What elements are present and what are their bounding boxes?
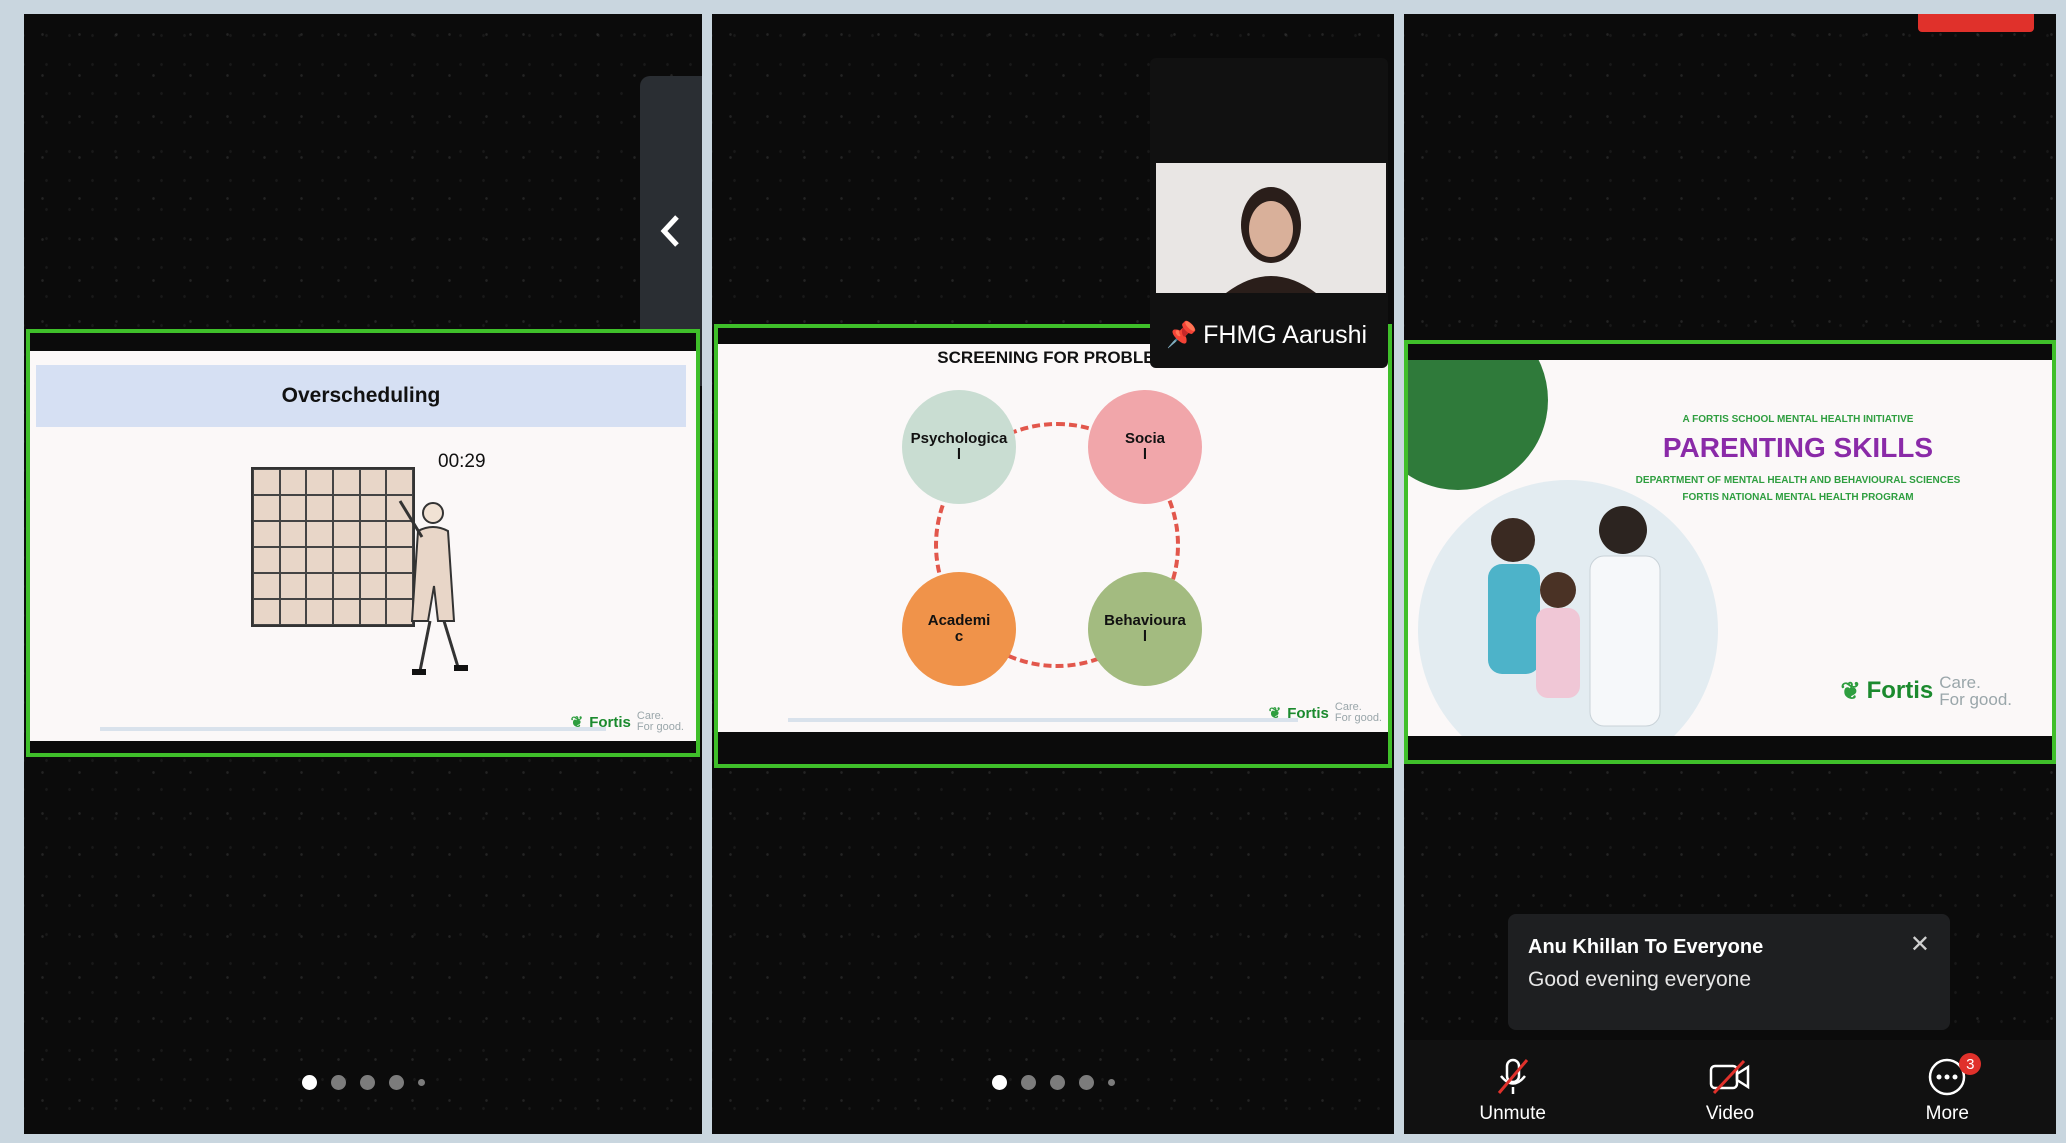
page-dot[interactable] [330,1075,346,1090]
mic-muted-icon [1497,1058,1528,1094]
initiative-text: A FORTIS SCHOOL MENTAL HEALTH INITIATIVE [1682,414,1914,425]
circle-label-line-2: l [1142,446,1148,463]
presenter-silhouette [1226,187,1316,293]
unmute-label: Unmute [1479,1103,1546,1124]
left-phone-panel: Overscheduling 00:29 ❦ Fortis Care. For … [24,14,702,1134]
page-dot[interactable] [1020,1075,1036,1090]
page-indicator [24,1075,702,1090]
page-dot[interactable] [388,1075,404,1090]
circle-academic: Academi c [902,572,1016,686]
video-label: Video [1705,1103,1755,1124]
brand-name: Fortis [1866,677,1934,704]
video-off-icon [1709,1059,1750,1095]
leaf-icon: ❦ [570,714,584,731]
pin-icon: 📌 [1166,321,1198,349]
tagline-line-2: For good. [1334,712,1382,724]
page-dot[interactable] [991,1075,1007,1090]
presenter-name: FHMG Aarushi [1203,321,1368,349]
doctor-photo [1418,480,1718,736]
circle-label-line-2: c [954,628,964,645]
chat-notification[interactable]: Anu Khillan To Everyone Good evening eve… [1508,914,1950,1030]
brand-name: Fortis [589,713,631,731]
slide-screening: SCREENING FOR PROBLEM Psychologica l Soci… [718,344,1388,732]
slide-title: PARENTING SKILLS [1662,432,1934,463]
tagline-line-2: For good. [1939,690,2012,709]
page-dot[interactable] [1107,1079,1115,1086]
notification-badge: 3 [1959,1053,1982,1075]
circle-behavioural: Behavioura l [1088,572,1202,686]
shared-slide-frame[interactable]: Overscheduling 00:29 ❦ Fortis Care. For … [26,329,700,757]
top-red-button[interactable] [1918,14,2034,32]
page-dot[interactable] [417,1079,425,1086]
slide-overscheduling: Overscheduling 00:29 ❦ Fortis Care. For … [30,351,696,741]
person-illustration [398,500,468,675]
presenter-video-tile[interactable]: 📌 FHMG Aarushi [1150,58,1388,368]
slide-timer: 00:29 [438,451,486,472]
page-dot[interactable] [359,1075,375,1090]
green-blob-decor [1408,360,1548,490]
chevron-left-icon [660,215,679,247]
circle-label: Academi c [928,613,991,645]
circle-psychological: Psychologica l [902,390,1016,504]
meeting-control-bar: Unmute Video 3 More [1404,1040,2056,1134]
presenter-video [1156,163,1386,293]
tagline-line-2: For good. [636,721,684,733]
circle-label-line-1: Behavioura [1104,612,1186,629]
presenter-label: 📌 FHMG Aarushi [1166,321,1367,350]
brand-tagline: Care. For good. [1939,674,2012,708]
circle-label-line-1: Academi [927,612,991,629]
circle-label-line-1: Socia [1124,430,1166,447]
more-label: More [1925,1103,1969,1124]
fortis-logo: ❦ Fortis Care. For good. [571,711,684,733]
circle-label-line-1: Psychologica [910,430,1008,447]
circle-label: Psychologica l [911,431,1008,463]
chat-sender: Anu Khillan To Everyone [1528,936,1764,958]
slide-parenting-skills: A FORTIS SCHOOL MENTAL HEALTH INITIATIVE… [1408,360,2052,736]
close-icon[interactable]: ✕ [1910,930,1930,959]
shared-slide-frame[interactable]: SCREENING FOR PROBLEM Psychologica l Soci… [714,324,1392,768]
circle-social: Socia l [1088,390,1202,504]
brand-tagline: Care. For good. [637,711,684,733]
circle-label-line-2: l [956,446,962,463]
brand-name: Fortis [1287,704,1329,722]
fortis-logo: ❦ Fortis Care. For good. [1840,674,2012,708]
program-text: FORTIS NATIONAL MENTAL HEALTH PROGRAM [1682,492,1914,503]
middle-phone-panel: SCREENING FOR PROBLEM Psychologica l Soci… [712,14,1394,1134]
more-button[interactable]: 3 More [1887,1053,2007,1125]
brand-tagline: Care. For good. [1335,702,1382,724]
shared-slide-frame[interactable]: A FORTIS SCHOOL MENTAL HEALTH INITIATIVE… [1404,340,2056,764]
slide-footer-bar [100,727,606,731]
circle-label-line-2: l [1142,628,1148,645]
circle-label: Socia l [1125,431,1165,463]
page-dot[interactable] [1049,1075,1065,1090]
doctor-family-illustration [1488,506,1661,727]
page-dot[interactable] [1078,1075,1094,1090]
video-button[interactable]: Video [1670,1057,1790,1125]
page-dot[interactable] [301,1075,317,1090]
page-indicator [712,1075,1394,1090]
chat-message: Good evening everyone [1528,968,1751,991]
leaf-icon: ❦ [1268,705,1282,722]
slide-title: Overscheduling [36,365,686,427]
fortis-logo: ❦ Fortis Care. For good. [1269,702,1382,724]
department-text: DEPARTMENT OF MENTAL HEALTH AND BEHAVIOU… [1635,475,1961,486]
circle-label: Behavioura l [1104,613,1186,645]
unmute-button[interactable]: Unmute [1453,1057,1573,1125]
slide-footer-bar [788,718,1298,722]
leaf-icon: ❦ [1840,677,1861,705]
right-phone-panel: A FORTIS SCHOOL MENTAL HEALTH INITIATIVE… [1404,14,2056,1134]
